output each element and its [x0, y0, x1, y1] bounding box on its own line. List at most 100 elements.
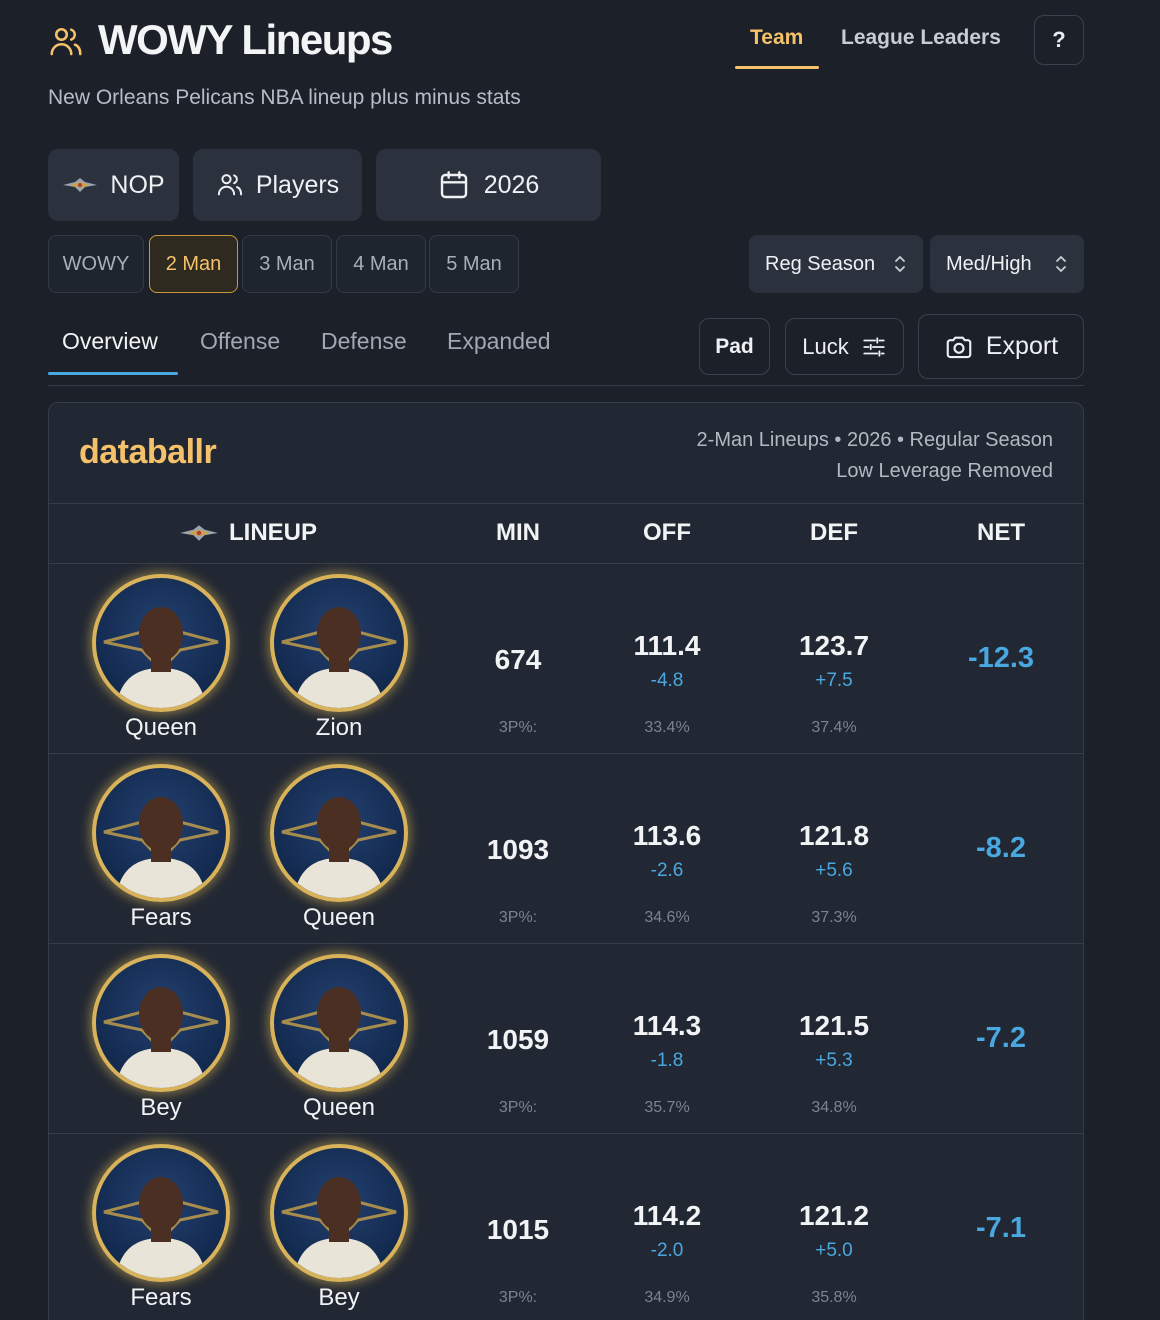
- tab-wowy[interactable]: WOWY: [48, 235, 144, 293]
- net-value: -8.2: [976, 832, 1026, 864]
- def-value: 123.7: [798, 630, 870, 661]
- player-headshot-icon: [103, 1177, 219, 1278]
- off-delta: -2.6: [650, 860, 684, 881]
- tab-league-leaders[interactable]: League Leaders: [841, 26, 1001, 50]
- season-label: 2026: [483, 170, 540, 199]
- tab-offense[interactable]: Offense: [200, 328, 280, 355]
- player-headshot-icon: [281, 797, 397, 898]
- player-name[interactable]: Bey: [81, 1094, 241, 1122]
- off-3p-pct: 35.7%: [644, 1099, 690, 1116]
- off-value: 114.3: [632, 1010, 702, 1041]
- users-icon: [217, 174, 242, 196]
- divider: [49, 503, 1083, 504]
- player-name[interactable]: Bey: [259, 1284, 419, 1312]
- players-label: Players: [255, 170, 340, 199]
- column-header-def[interactable]: DEF: [754, 519, 914, 547]
- player-avatar: [270, 954, 408, 1092]
- chevron-up-down-icon: [1056, 255, 1066, 273]
- pad-button[interactable]: Pad: [699, 318, 770, 375]
- off-3p-pct: 34.6%: [644, 909, 690, 926]
- min-sub-label: 3P%:: [498, 1289, 538, 1306]
- panel-meta-line2: Low Leverage Removed: [836, 460, 1053, 482]
- camera-icon: [946, 336, 972, 358]
- min-sub-label: 3P%:: [498, 909, 538, 926]
- lineup-row[interactable]: Fears Bey 1015 3P%: 114.2 -2.0 34.9% 121…: [49, 1134, 1083, 1320]
- player-headshot-icon: [103, 987, 219, 1088]
- tab-expanded[interactable]: Expanded: [447, 328, 551, 355]
- def-delta: +7.5: [815, 670, 853, 691]
- column-header-min[interactable]: MIN: [438, 519, 598, 547]
- column-header-lineup[interactable]: LINEUP: [177, 519, 317, 547]
- min-value: 674: [494, 644, 542, 675]
- lineup-row[interactable]: Fears Queen 1093 3P%: 113.6 -2.6 34.6% 1…: [49, 754, 1083, 944]
- help-button[interactable]: ?: [1034, 15, 1084, 65]
- def-delta: +5.6: [815, 860, 853, 881]
- leverage-label: Med/High: [946, 252, 1032, 275]
- calendar-icon: [440, 171, 467, 199]
- player-avatar: [270, 1144, 408, 1282]
- def-3p-pct: 37.3%: [811, 909, 857, 926]
- off-3p-pct: 34.9%: [644, 1289, 690, 1306]
- column-header-off[interactable]: OFF: [587, 519, 747, 547]
- off-delta: -1.8: [650, 1050, 684, 1071]
- export-label: Export: [985, 332, 1059, 360]
- player-avatar: [92, 574, 230, 712]
- net-value: -12.3: [967, 642, 1035, 674]
- tab-5-man[interactable]: 5 Man: [429, 235, 519, 293]
- player-name[interactable]: Fears: [81, 1284, 241, 1312]
- off-value: 111.4: [633, 630, 701, 661]
- export-button[interactable]: Export: [918, 314, 1084, 379]
- users-icon: [50, 27, 82, 56]
- players-selector-button[interactable]: Players: [193, 149, 362, 221]
- min-sub-label: 3P%:: [498, 719, 538, 736]
- net-value: -7.2: [976, 1022, 1026, 1054]
- tab-team[interactable]: Team: [750, 26, 803, 50]
- lineup-row[interactable]: Queen Zion 674 3P%: 111.4 -4.8 33.4% 123…: [49, 564, 1083, 754]
- tab-defense[interactable]: Defense: [321, 328, 407, 355]
- lineup-row[interactable]: Bey Queen 1059 3P%: 114.3 -1.8 35.7% 121…: [49, 944, 1083, 1134]
- player-name[interactable]: Queen: [81, 714, 241, 742]
- player-name[interactable]: Queen: [259, 904, 419, 932]
- min-value: 1015: [486, 1214, 550, 1245]
- tab-4-man[interactable]: 4 Man: [336, 235, 426, 293]
- off-value: 114.2: [632, 1200, 702, 1231]
- luck-label: Luck: [802, 333, 849, 359]
- lineups-panel: databallr 2-Man Lineups • 2026 • Regular…: [48, 402, 1084, 1320]
- brand-logo: databallr: [79, 433, 217, 471]
- pelicans-logo-icon: [180, 525, 218, 541]
- def-3p-pct: 37.4%: [811, 719, 857, 736]
- def-value: 121.8: [798, 820, 870, 851]
- team-selector-button[interactable]: NOP: [48, 149, 179, 221]
- player-avatar: [92, 764, 230, 902]
- page-title: WOWY Lineups: [98, 16, 393, 63]
- player-headshot-icon: [281, 987, 397, 1088]
- luck-button[interactable]: Luck: [785, 318, 904, 375]
- player-headshot-icon: [281, 607, 397, 708]
- player-name[interactable]: Zion: [259, 714, 419, 742]
- off-value: 113.6: [632, 820, 702, 851]
- tab-2-man[interactable]: 2 Man: [149, 235, 238, 293]
- player-avatar: [270, 764, 408, 902]
- tab-3-man[interactable]: 3 Man: [242, 235, 332, 293]
- player-avatar: [92, 954, 230, 1092]
- panel-meta: 2-Man Lineups • 2026 • Regular Season Lo…: [697, 425, 1053, 487]
- season-type-dropdown[interactable]: Reg Season: [749, 235, 923, 293]
- def-3p-pct: 35.8%: [811, 1289, 857, 1306]
- season-selector-button[interactable]: 2026: [376, 149, 601, 221]
- player-headshot-icon: [103, 607, 219, 708]
- season-type-label: Reg Season: [765, 252, 876, 275]
- player-name[interactable]: Queen: [259, 1094, 419, 1122]
- column-header-lineup-label: LINEUP: [229, 519, 318, 546]
- leverage-dropdown[interactable]: Med/High: [930, 235, 1084, 293]
- player-name[interactable]: Fears: [81, 904, 241, 932]
- chevron-up-down-icon: [895, 255, 905, 273]
- net-value: -7.1: [976, 1212, 1026, 1244]
- def-delta: +5.0: [815, 1240, 853, 1261]
- player-headshot-icon: [103, 797, 219, 898]
- divider: [48, 385, 1084, 386]
- min-sub-label: 3P%:: [498, 1099, 538, 1116]
- tab-overview[interactable]: Overview: [62, 328, 158, 355]
- column-header-net[interactable]: NET: [921, 519, 1081, 547]
- player-headshot-icon: [281, 1177, 397, 1278]
- pelicans-logo-icon: [63, 178, 98, 192]
